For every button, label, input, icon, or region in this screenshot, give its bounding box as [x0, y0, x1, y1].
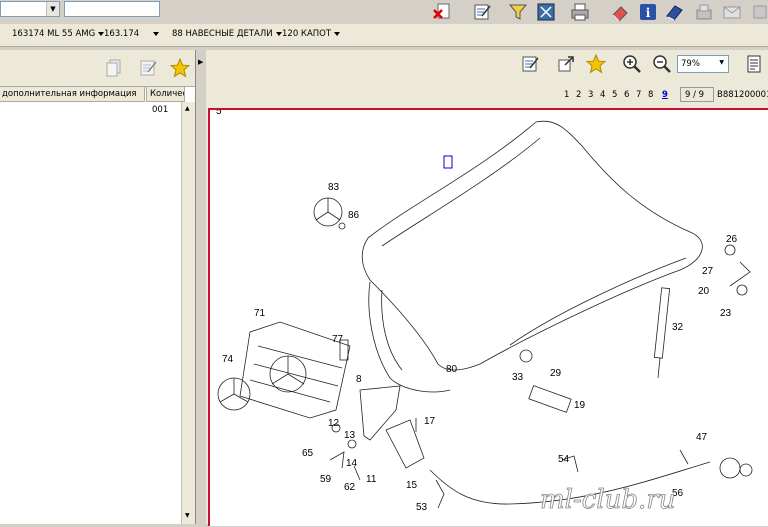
part-callout[interactable]: 59: [320, 474, 332, 485]
collapse-arrow-icon[interactable]: ▶: [198, 58, 203, 66]
fit-screen-icon[interactable]: [536, 2, 556, 22]
print-icon[interactable]: [570, 2, 590, 22]
chevron-down-icon: [153, 31, 160, 36]
chevron-down-icon[interactable]: ▼: [719, 59, 724, 66]
breadcrumb-subgroup[interactable]: 120 КАПОТ: [282, 29, 341, 39]
breadcrumb-model[interactable]: 163174 ML 55 AMG: [12, 29, 105, 39]
top-toolbar: ▼ i: [0, 0, 768, 25]
breadcrumb-group[interactable]: 88 НАВЕСНЫЕ ДЕТАЛИ: [172, 29, 282, 39]
part-callout[interactable]: 53: [416, 502, 428, 513]
page-link-2[interactable]: 2: [576, 90, 581, 100]
row-qty: 001: [152, 105, 169, 115]
document-code: B8812000015: [717, 90, 768, 100]
document-icon[interactable]: [744, 54, 764, 77]
breadcrumb-code[interactable]: 163.174: [104, 29, 160, 39]
edit-note-icon[interactable]: [138, 58, 158, 81]
column-header-qty[interactable]: Количес: [146, 86, 185, 102]
chevron-down-icon: [275, 31, 282, 36]
part-callout[interactable]: 12: [328, 418, 340, 429]
open-link-icon[interactable]: [556, 54, 576, 77]
part-callout[interactable]: 47: [696, 432, 708, 443]
book-icon[interactable]: [664, 2, 684, 22]
search-field[interactable]: [64, 1, 160, 17]
part-callout[interactable]: 65: [302, 448, 314, 459]
part-callout[interactable]: 29: [550, 368, 562, 379]
panel-splitter[interactable]: ▶: [196, 50, 206, 524]
tools-icon: [752, 2, 768, 22]
vertical-scrollbar[interactable]: ▲ ▼: [181, 102, 195, 524]
info-icon[interactable]: i: [638, 2, 658, 22]
edit-note-icon[interactable]: [520, 54, 540, 77]
part-callout[interactable]: 32: [672, 322, 684, 333]
eraser-icon[interactable]: [610, 2, 630, 22]
part-callout[interactable]: 26: [726, 234, 738, 245]
part-callout[interactable]: 33: [512, 372, 524, 383]
part-callout[interactable]: 14: [346, 458, 358, 469]
parts-list-toolbar: [0, 50, 195, 87]
part-callout[interactable]: 19: [574, 400, 586, 411]
part-callout[interactable]: 83: [328, 182, 340, 193]
catalog-select[interactable]: ▼: [0, 1, 60, 17]
parts-diagram-svg: 83 86 71 74 77 8 80 33 29 19 26 27 20 23 32 12 13 17 65 14 5…: [216, 106, 753, 515]
part-callout[interactable]: 23: [720, 308, 732, 319]
page-link-8[interactable]: 8: [648, 90, 653, 100]
table-row[interactable]: 001: [0, 103, 180, 117]
svg-text:i: i: [646, 6, 651, 20]
parts-diagram[interactable]: 83 86 71 74 77 8 80 33 29 19 26 27 20 23 32 12 13 17 65 14 5…: [208, 106, 768, 526]
part-callout[interactable]: 86: [348, 210, 360, 221]
parts-list-panel: дополнительная информация Количес 001 ▲ …: [0, 50, 196, 524]
page-counter: 9 / 9: [680, 87, 714, 102]
page-link-current[interactable]: 9: [662, 90, 668, 100]
part-callout[interactable]: 5: [216, 106, 222, 117]
part-callout[interactable]: 13: [344, 430, 356, 441]
part-callout[interactable]: 15: [406, 480, 418, 491]
page-link-7[interactable]: 7: [636, 90, 641, 100]
part-callout[interactable]: 62: [344, 482, 356, 493]
scroll-up-icon[interactable]: ▲: [185, 105, 190, 112]
favorite-star-icon[interactable]: [169, 57, 191, 81]
favorite-star-icon[interactable]: [585, 53, 607, 77]
part-callout[interactable]: 11: [366, 474, 377, 485]
hood-part-marker[interactable]: [443, 155, 453, 169]
part-callout[interactable]: 77: [332, 334, 344, 345]
zoom-in-icon[interactable]: [622, 54, 642, 77]
part-callout[interactable]: 20: [698, 286, 710, 297]
delete-document-icon[interactable]: [432, 2, 452, 22]
part-callout[interactable]: 54: [558, 454, 570, 465]
chevron-down-icon[interactable]: ▼: [46, 2, 59, 16]
page-link-1[interactable]: 1: [564, 90, 569, 100]
part-callout[interactable]: 71: [254, 308, 266, 319]
page-link-6[interactable]: 6: [624, 90, 629, 100]
watermark-text: ml-club.ru: [540, 485, 675, 515]
chevron-down-icon: [334, 31, 341, 36]
zoom-select[interactable]: 79% ▼: [677, 55, 729, 73]
mail-icon: [722, 2, 742, 22]
part-callout[interactable]: 27: [702, 266, 714, 277]
part-callout[interactable]: 17: [424, 416, 436, 427]
scroll-down-icon[interactable]: ▼: [185, 512, 190, 519]
column-header-info[interactable]: дополнительная информация: [0, 86, 145, 102]
part-callout[interactable]: 74: [222, 354, 234, 365]
fax-icon: [694, 2, 714, 22]
page-link-3[interactable]: 3: [588, 90, 593, 100]
copy-icon[interactable]: [104, 58, 124, 81]
edit-note-icon[interactable]: [472, 2, 492, 22]
drawing-viewer: 79% ▼ 1 2 3 4 5 6 7 8 9 9 / 9 B881200001…: [206, 50, 768, 526]
part-callout[interactable]: 8: [356, 374, 362, 385]
page-link-5[interactable]: 5: [612, 90, 617, 100]
zoom-out-icon[interactable]: [652, 54, 672, 77]
breadcrumb: 163174 ML 55 AMG 163.174 88 НАВЕСНЫЕ ДЕТ…: [0, 24, 768, 47]
part-callout[interactable]: 80: [446, 364, 458, 375]
page-link-4[interactable]: 4: [600, 90, 605, 100]
filter-icon[interactable]: [508, 2, 528, 22]
